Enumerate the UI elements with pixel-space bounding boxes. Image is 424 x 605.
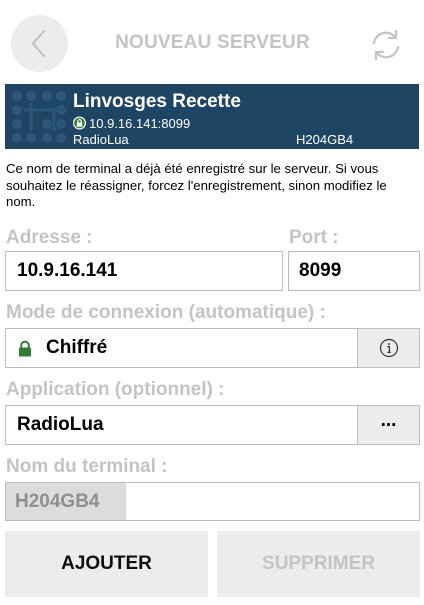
add-button-label: AJOUTER (61, 553, 152, 574)
server-name: Linvosges Recette (73, 91, 241, 112)
application-field[interactable]: RadioLua (5, 405, 358, 445)
application-browse-button[interactable]: ... (357, 405, 420, 445)
terminal-name-label: Nom du terminal : (6, 456, 168, 477)
application-value: RadioLua (17, 414, 104, 435)
terminal-name-prefix: H204GB4 (5, 482, 127, 521)
server-card[interactable]: Linvosges Recette 10.9.16.141:8099 Radio… (5, 84, 419, 149)
address-label: Adresse : (6, 227, 93, 248)
port-label: Port : (289, 227, 339, 248)
connection-mode-label: Mode de connexion (automatique) : (6, 302, 326, 323)
server-address: 10.9.16.141:8099 (89, 115, 191, 131)
terminal-name-input[interactable] (126, 482, 420, 521)
refresh-button[interactable] (368, 27, 404, 63)
lock-icon (73, 116, 86, 130)
port-field[interactable]: 8099 (288, 251, 420, 291)
port-value: 8099 (299, 260, 342, 281)
connection-info-button[interactable] (357, 328, 420, 368)
delete-button-label: SUPPRIMER (262, 553, 375, 574)
server-address-row: 10.9.16.141:8099 (73, 115, 191, 131)
server-application: RadioLua (73, 132, 129, 147)
connection-mode-field[interactable]: Chiffré (5, 328, 358, 368)
delete-button[interactable]: SUPPRIMER (217, 531, 420, 597)
info-icon (379, 338, 398, 358)
address-field[interactable]: 10.9.16.141 (5, 251, 283, 291)
server-terminal: H204GB4 (296, 132, 354, 147)
application-label: Application (optionnel) : (6, 379, 225, 400)
chevron-left-icon (31, 29, 46, 58)
terminal-prefix-value: H204GB4 (15, 490, 100, 512)
lock-icon (19, 340, 31, 356)
connection-mode-value: Chiffré (46, 337, 108, 358)
refresh-icon (372, 29, 400, 61)
address-value: 10.9.16.141 (17, 260, 118, 281)
ellipsis-label: ... (380, 410, 397, 431)
server-logo (12, 91, 66, 143)
page-title: NOUVEAU SERVEUR (115, 32, 310, 53)
header: NOUVEAU SERVEUR (0, 0, 424, 84)
back-button[interactable] (11, 15, 68, 72)
add-button[interactable]: AJOUTER (5, 531, 208, 597)
warning-message: Ce nom de terminal a déjà été enregistré… (6, 161, 387, 209)
